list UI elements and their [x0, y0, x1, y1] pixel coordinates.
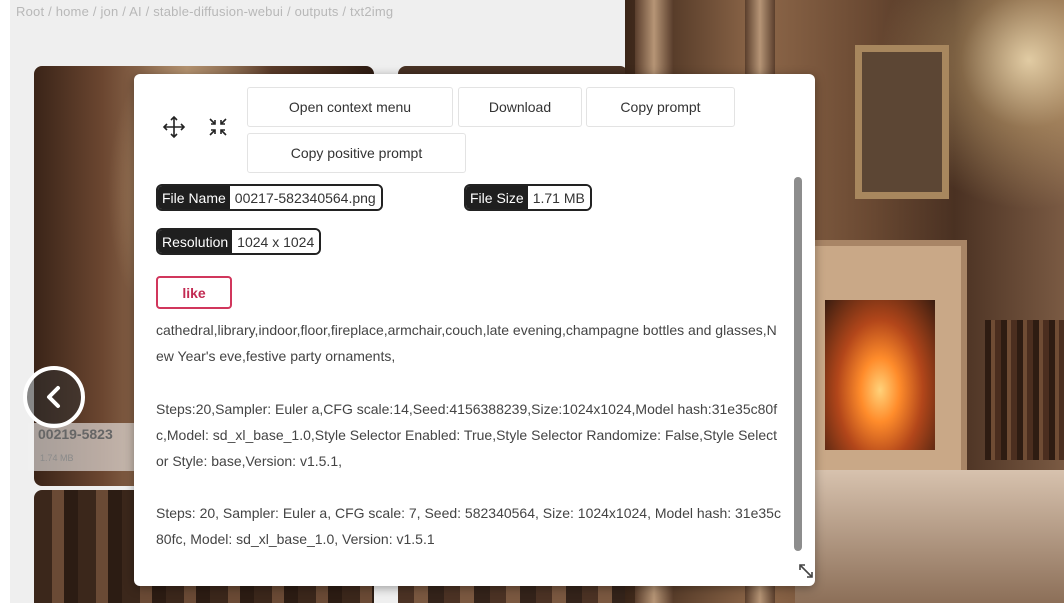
- scrollbar-thumb[interactable]: [794, 177, 802, 551]
- file-size-label: File Size: [466, 186, 528, 209]
- preview-bookshelves: [985, 320, 1064, 460]
- file-name-label: File Name: [158, 186, 230, 209]
- thumbnail-filename: 00219-5823: [38, 426, 113, 442]
- like-button[interactable]: like: [156, 276, 232, 309]
- resize-handle-icon[interactable]: [797, 562, 815, 580]
- app-window: Root / home / jon / AI / stable-diffusio…: [10, 0, 1064, 603]
- move-arrows-icon[interactable]: [162, 115, 186, 139]
- file-size-value: 1.71 MB: [527, 186, 590, 209]
- open-context-menu-button[interactable]: Open context menu: [247, 87, 453, 127]
- image-info-modal: Open context menu Download Copy prompt C…: [134, 74, 815, 586]
- generation-params-text: Steps: 20, Sampler: Euler a, CFG scale: …: [156, 505, 781, 547]
- chevron-left-icon: [47, 386, 60, 408]
- generation-params-text: Steps:20,Sampler: Euler a,CFG scale:14,S…: [156, 401, 778, 469]
- copy-prompt-button[interactable]: Copy prompt: [586, 87, 735, 127]
- thumbnail-filesize: 1.74 MB: [40, 453, 74, 463]
- file-name-value: 00217-582340564.png: [229, 186, 381, 209]
- file-name-tag: File Name 00217-582340564.png: [156, 184, 383, 211]
- preview-fire: [825, 300, 935, 450]
- collapse-icon[interactable]: [206, 115, 230, 139]
- resolution-value: 1024 x 1024: [232, 230, 320, 253]
- copy-positive-prompt-button[interactable]: Copy positive prompt: [247, 133, 466, 173]
- preview-painting: [855, 45, 949, 199]
- resolution-label: Resolution: [158, 230, 233, 253]
- preview-couch: [795, 470, 1064, 603]
- prompt-text: cathedral,library,indoor,floor,fireplace…: [156, 322, 777, 364]
- file-size-tag: File Size 1.71 MB: [464, 184, 592, 211]
- resolution-tag: Resolution 1024 x 1024: [156, 228, 322, 255]
- back-button[interactable]: [23, 366, 85, 428]
- breadcrumb[interactable]: Root / home / jon / AI / stable-diffusio…: [16, 4, 393, 19]
- download-button[interactable]: Download: [458, 87, 582, 127]
